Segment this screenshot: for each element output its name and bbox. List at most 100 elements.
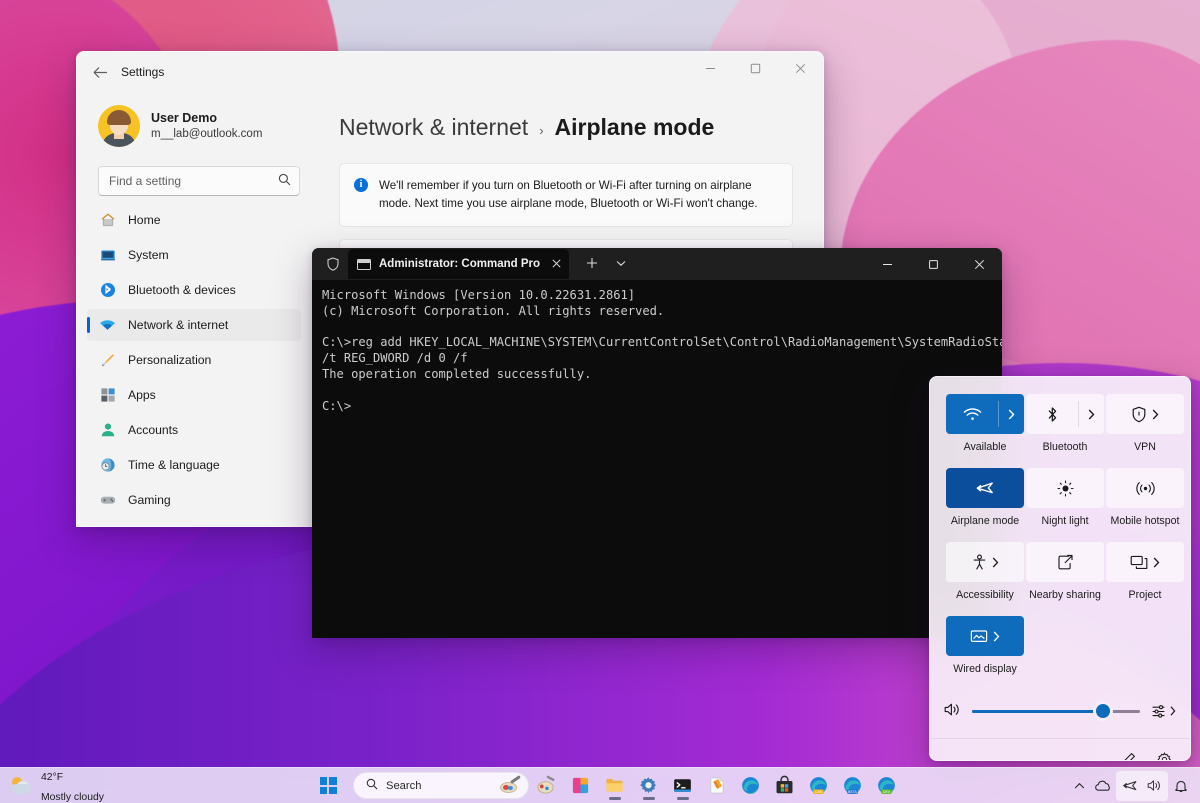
terminal-titlebar: Administrator: Command Pro [312,248,1002,280]
settings-title: Settings [121,65,165,79]
speaker-icon[interactable] [944,702,960,720]
chevron-right-icon[interactable] [998,394,1024,434]
sidebar-item-personalization[interactable]: Personalization [87,344,301,376]
store-icon [775,775,795,796]
chevron-up-icon[interactable] [1068,773,1090,799]
taskbar-app-widgets[interactable] [565,771,597,801]
sidebar-item-gaming[interactable]: Gaming [87,484,301,516]
taskbar-search-box[interactable]: Search [353,772,529,799]
close-icon[interactable] [778,52,823,84]
sidebar-item-label: Accounts [128,423,179,437]
chevron-down-icon[interactable] [611,259,631,270]
search-input[interactable] [109,174,278,188]
airplane-icon[interactable] [1119,773,1141,799]
sidebar-item-apps[interactable]: Apps [87,379,301,411]
nearby-sharing-tile-button[interactable] [1026,542,1104,582]
volume-slider[interactable] [972,701,1140,721]
quick-tile-label: Accessibility [956,589,1014,601]
quick-settings-grid: Available Bluetooth VPN Airplane mode Ni… [930,377,1190,688]
widgets-icon [571,776,591,796]
folder-icon [605,776,625,796]
pencil-icon[interactable] [1114,746,1142,760]
taskbar-app-notes[interactable] [701,771,733,801]
taskbar-app-edge[interactable] [735,771,767,801]
volume-slider-handle[interactable] [1092,701,1113,721]
cloud-icon[interactable] [1092,773,1114,799]
sun-cloud-icon [10,775,34,797]
settings-nav-list: Home System Bluetooth & devices Network … [87,204,301,526]
settings-window-controls [688,52,823,84]
taskbar-app-file-explorer[interactable] [599,771,631,801]
settings-search-box[interactable] [98,166,300,196]
weather-temperature: 42°F [41,771,64,783]
sidebar-item-label: Bluetooth & devices [128,283,236,297]
user-meta: User Demo m__lab@outlook.com [151,110,262,142]
taskbar-app-store[interactable] [769,771,801,801]
maximize-icon[interactable] [910,248,956,280]
taskbar-app-paint[interactable] [531,771,563,801]
sidebar-item-accounts[interactable]: Accounts [87,414,301,446]
sidebar-item-home[interactable]: Home [87,204,301,236]
sidebar-item-time-language[interactable]: Time & language [87,449,301,481]
system-tray [1068,770,1192,801]
audio-mixer-button[interactable] [1152,704,1176,719]
quick-tile-label: VPN [1134,441,1156,453]
gear-icon[interactable] [1150,746,1178,760]
shield-icon [320,256,346,272]
sidebar-item-bluetooth-devices[interactable]: Bluetooth & devices [87,274,301,306]
terminal-output[interactable]: Microsoft Windows [Version 10.0.22631.28… [312,280,1002,423]
project-icon [1130,555,1160,570]
bluetooth-tile-button[interactable] [1026,394,1104,434]
chevron-right-icon [992,557,998,567]
quick-tile-label: Nearby sharing [1029,589,1101,601]
sidebar-item-system[interactable]: System [87,239,301,271]
close-icon[interactable] [552,257,561,271]
quick-settings-panel: Available Bluetooth VPN Airplane mode Ni… [929,376,1191,761]
mobile-hotspot-tile-button[interactable] [1106,468,1184,508]
terminal-window-controls [864,248,1002,280]
edge-icon [741,776,761,796]
chevron-right-icon[interactable] [1078,394,1104,434]
sidebar-item-accessibility[interactable]: Accessibility [87,519,301,526]
taskbar-app-edge-canary[interactable]: CAN [803,771,835,801]
minimize-icon[interactable] [688,52,733,84]
back-arrow-icon[interactable] [83,57,117,87]
vpn-tile-button[interactable] [1106,394,1184,434]
night-light-tile-button[interactable] [1026,468,1104,508]
user-email: m__lab@outlook.com [151,127,263,140]
info-banner: i We'll remember if you turn on Bluetoot… [339,163,793,227]
maximize-icon[interactable] [733,52,778,84]
quick-tile-label: Available [963,441,1007,453]
taskbar-app-settings[interactable] [633,771,665,801]
start-button[interactable] [311,771,345,801]
speaker-icon[interactable] [1143,773,1165,799]
svg-text:CAN: CAN [815,789,823,793]
close-icon[interactable] [956,248,1002,280]
accessibility-tile-button[interactable] [946,542,1024,582]
chevron-right-icon [1170,706,1176,716]
info-banner-text: We'll remember if you turn on Bluetooth … [379,179,758,210]
sidebar-item-label: System [128,248,169,262]
bell-icon[interactable] [1170,773,1192,799]
wired-display-tile-button[interactable] [946,616,1024,656]
wifi-tile-button[interactable] [946,394,1024,434]
sidebar-item-network-internet[interactable]: Network & internet [87,309,301,341]
breadcrumb-parent[interactable]: Network & internet [339,114,528,141]
brush-icon [99,352,116,369]
plus-icon[interactable] [581,256,603,273]
taskbar-app-terminal[interactable] [667,771,699,801]
airplane-mode-tile-button[interactable] [946,468,1024,508]
quick-settings-tray-button[interactable] [1116,770,1168,801]
quick-tile-label: Project [1128,589,1162,601]
taskbar-app-edge-beta[interactable]: BETA [837,771,869,801]
project-tile-button[interactable] [1106,542,1184,582]
bluetooth-icon [1026,394,1078,434]
user-name: User Demo [151,110,217,125]
minimize-icon[interactable] [864,248,910,280]
user-account-card[interactable]: User Demo m__lab@outlook.com [87,92,301,154]
terminal-tab[interactable]: Administrator: Command Pro [348,249,570,279]
night-light-icon [1056,479,1074,497]
taskbar-app-edge-dev[interactable]: DEV [871,771,903,801]
weather-widget[interactable]: 42°F Mostly cloudy [0,766,250,803]
avatar [98,105,140,147]
